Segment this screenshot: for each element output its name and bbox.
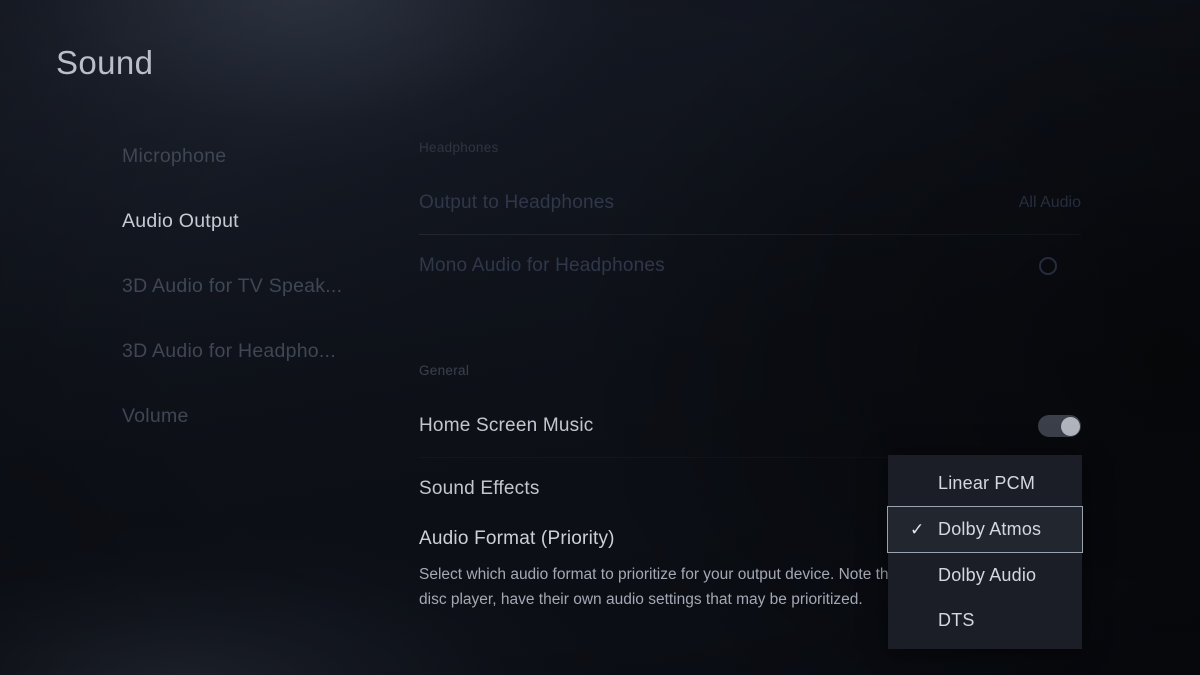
sidebar-item-label: Audio Output [122,210,239,232]
audio-format-dropdown-menu[interactable]: ✓ Linear PCM ✓ Dolby Atmos ✓ Dolby Audio… [887,455,1083,649]
sidebar-item-microphone[interactable]: Microphone [0,124,380,189]
home-screen-music-toggle[interactable] [1038,415,1081,437]
sidebar-item-volume[interactable]: Volume [0,384,380,449]
audio-format-description-line-1: Select which audio format to prioritize … [419,566,889,583]
mono-audio-toggle[interactable] [1038,255,1081,277]
dropdown-option-label: Linear PCM [938,473,1036,493]
row-label: Home Screen Music [419,415,594,436]
dropdown-option-dolby-audio[interactable]: ✓ Dolby Audio [888,553,1082,598]
section-heading-headphones: Headphones [419,140,499,155]
ps5-sound-settings-screen: Sound Microphone Audio Output 3D Audio f… [0,0,1200,675]
page-title: Sound [56,44,154,81]
toggle-knob [1060,416,1080,436]
row-mono-audio-for-headphones[interactable]: Mono Audio for Headphones [408,235,1092,297]
dropdown-option-dolby-atmos[interactable]: ✓ Dolby Atmos [887,506,1083,553]
settings-sidebar: Microphone Audio Output 3D Audio for TV … [0,124,380,449]
row-label: Sound Effects [419,478,540,499]
dropdown-option-label: Dolby Audio [938,565,1037,585]
sidebar-item-3d-audio-tv-speakers[interactable]: 3D Audio for TV Speak... [0,254,380,319]
section-heading-general: General [419,363,470,378]
sidebar-item-label: 3D Audio for Headpho... [122,340,336,362]
dropdown-option-label: DTS [938,610,975,630]
toggle-knob [1039,257,1057,275]
row-label: Output to Headphones [419,192,615,213]
audio-format-description-line-2: disc player, have their own audio settin… [419,591,863,608]
dropdown-option-label: Dolby Atmos [938,519,1042,539]
row-home-screen-music[interactable]: Home Screen Music [408,395,1092,457]
sidebar-item-label: Volume [122,405,189,427]
sidebar-item-audio-output[interactable]: Audio Output [0,189,380,254]
headphones-group: Output to Headphones All Audio Mono Audi… [408,172,1092,297]
row-value: All Audio [1018,194,1081,211]
row-output-to-headphones[interactable]: Output to Headphones All Audio [408,172,1092,234]
sidebar-item-label: 3D Audio for TV Speak... [122,275,343,297]
check-icon: ✓ [910,520,925,539]
row-label: Mono Audio for Headphones [419,255,665,276]
dropdown-option-linear-pcm[interactable]: ✓ Linear PCM [888,461,1082,506]
sidebar-item-label: Microphone [122,145,227,167]
dropdown-option-dts[interactable]: ✓ DTS [888,598,1082,643]
sidebar-item-3d-audio-headphones[interactable]: 3D Audio for Headpho... [0,319,380,384]
